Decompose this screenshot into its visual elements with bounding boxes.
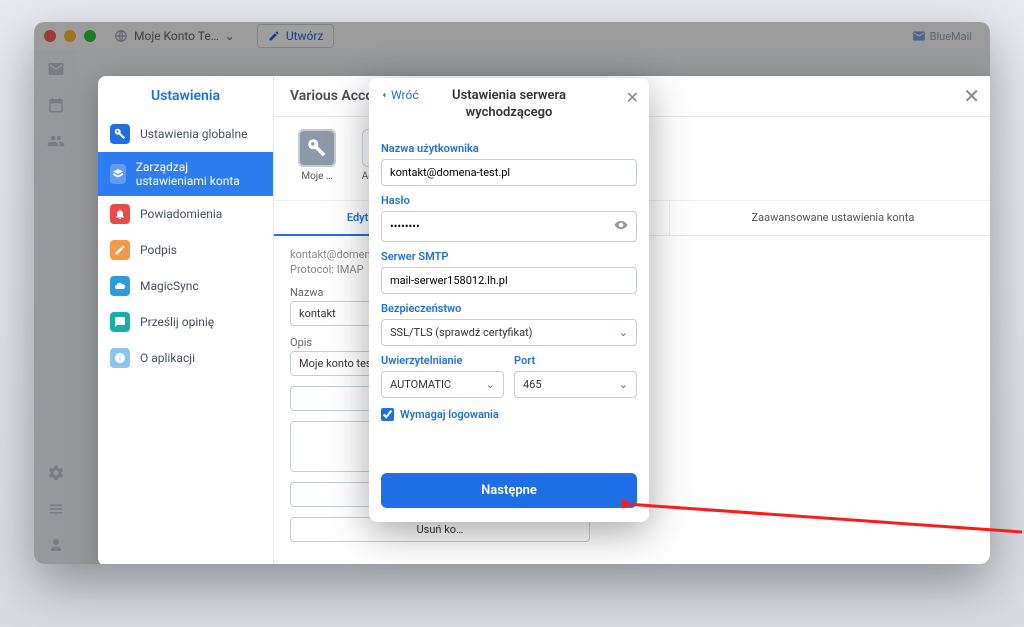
auth-select[interactable]: AUTOMATIC ⌄ <box>381 371 504 398</box>
require-login-input[interactable] <box>381 408 394 421</box>
auth-label: Uwierzytelnianie <box>381 354 504 367</box>
modal-footer: Następne <box>369 463 649 522</box>
protocol-value: IMAP <box>337 263 364 276</box>
info-icon <box>110 348 130 368</box>
smtp-field[interactable] <box>390 274 628 287</box>
settings-sidebar: Ustawienia Ustawienia globalne Zarządzaj… <box>98 76 274 564</box>
chat-icon <box>110 312 130 332</box>
pencil-icon <box>110 240 130 260</box>
sidebar-item-label: Podpis <box>140 243 177 257</box>
modal-close-icon[interactable]: ✕ <box>626 88 639 107</box>
sidebar-item-feedback[interactable]: Prześlij opinię <box>98 304 273 340</box>
account-chip-label: Moje … <box>301 171 332 182</box>
sidebar-item-label: O aplikacji <box>140 351 195 365</box>
username-input[interactable] <box>381 159 637 186</box>
layers-icon <box>110 164 126 184</box>
chevron-down-icon: ⌄ <box>619 326 628 339</box>
account-avatar-icon <box>298 129 336 167</box>
port-value: 465 <box>523 378 542 391</box>
sidebar-item-label: MagicSync <box>140 279 199 293</box>
require-login-checkbox[interactable]: Wymagaj logowania <box>381 408 637 421</box>
security-value: SSL/TLS (sprawdź certyfikat) <box>390 326 533 339</box>
back-button[interactable]: Wróć <box>379 88 419 102</box>
password-label: Hasło <box>381 194 637 207</box>
settings-title: Ustawienia <box>98 76 273 116</box>
smtp-label: Serwer SMTP <box>381 250 637 263</box>
password-input[interactable] <box>381 211 637 242</box>
protocol-label: Protocol: <box>290 263 334 276</box>
back-label: Wróć <box>391 88 419 102</box>
account-chip[interactable]: Moje … <box>290 129 344 182</box>
security-label: Bezpieczeństwo <box>381 302 637 315</box>
sidebar-item-label: Powiadomienia <box>140 207 222 221</box>
sidebar-item-label: Prześlij opinię <box>140 315 214 329</box>
sidebar-item-signature[interactable]: Podpis <box>98 232 273 268</box>
username-field[interactable] <box>390 166 628 179</box>
cloud-icon <box>110 276 130 296</box>
tab-advanced[interactable]: Zaawansowane ustawienia konta <box>670 201 990 235</box>
security-select[interactable]: SSL/TLS (sprawdź certyfikat) ⌄ <box>381 319 637 346</box>
auth-value: AUTOMATIC <box>390 378 451 391</box>
smtp-input[interactable] <box>381 267 637 294</box>
close-icon[interactable]: ✕ <box>963 86 980 106</box>
username-label: Nazwa użytkownika <box>381 142 637 155</box>
port-select[interactable]: 465 ⌄ <box>514 371 637 398</box>
chevron-left-icon <box>379 90 389 100</box>
chevron-down-icon: ⌄ <box>619 378 628 391</box>
sidebar-item-label: Ustawienia globalne <box>140 127 247 141</box>
bell-icon <box>110 204 130 224</box>
sidebar-item-notifications[interactable]: Powiadomienia <box>98 196 273 232</box>
chevron-down-icon: ⌄ <box>486 378 495 391</box>
password-field[interactable] <box>390 220 614 233</box>
require-login-label: Wymagaj logowania <box>400 408 499 421</box>
wrench-icon <box>110 124 130 144</box>
sidebar-item-magicsync[interactable]: MagicSync <box>98 268 273 304</box>
sidebar-item-about[interactable]: O aplikacji <box>98 340 273 376</box>
modal-header: Wróć Ustawienia serwera wychodzącego ✕ <box>369 78 649 126</box>
modal-title: Ustawienia serwera wychodzącego <box>421 88 597 122</box>
port-label: Port <box>514 354 637 367</box>
eye-icon[interactable] <box>614 218 628 235</box>
modal-body: Nazwa użytkownika Hasło Serwer SMTP Bezp… <box>369 126 649 463</box>
sidebar-item-global[interactable]: Ustawienia globalne <box>98 116 273 152</box>
outgoing-server-modal: Wróć Ustawienia serwera wychodzącego ✕ N… <box>369 78 649 522</box>
sidebar-item-label: Zarządzaj ustawieniami konta <box>136 160 261 188</box>
next-button[interactable]: Następne <box>381 473 637 508</box>
sidebar-item-accounts[interactable]: Zarządzaj ustawieniami konta <box>98 152 273 196</box>
